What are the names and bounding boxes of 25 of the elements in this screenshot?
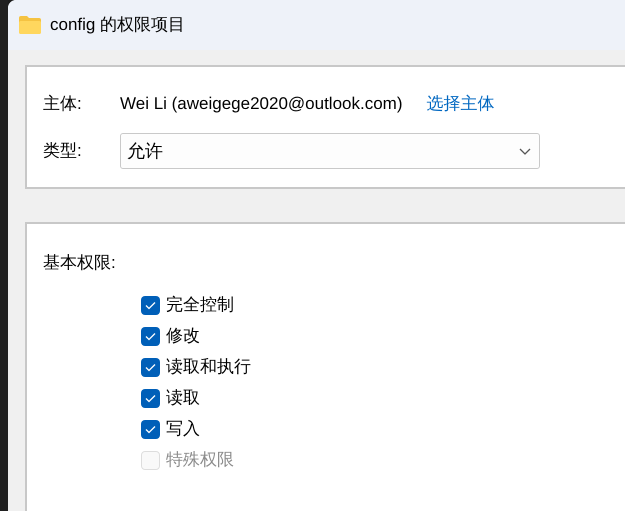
folder-icon bbox=[19, 16, 41, 34]
checkbox-label: 特殊权限 bbox=[166, 449, 234, 472]
checkbox-label: 读取和执行 bbox=[166, 356, 251, 378]
checkmark-icon bbox=[145, 362, 156, 372]
checkmark-icon bbox=[145, 424, 156, 434]
select-principal-link[interactable]: 选择主体 bbox=[426, 91, 494, 117]
checkbox-label: 完全控制 bbox=[166, 294, 234, 316]
basic-permissions-label: 基本权限: bbox=[43, 252, 117, 274]
checkmark-icon bbox=[145, 332, 156, 340]
checkbox[interactable] bbox=[141, 420, 160, 438]
window-title: config 的权限项目 bbox=[50, 14, 186, 36]
principal-value: Wei Li (aweigege2020@outlook.com) bbox=[120, 93, 402, 116]
checkbox-label: 写入 bbox=[166, 418, 200, 440]
principal-label: 主体: bbox=[43, 93, 83, 116]
type-dropdown[interactable]: 允许 bbox=[120, 133, 540, 169]
checkbox[interactable] bbox=[141, 326, 160, 346]
chevron-down-icon bbox=[519, 148, 531, 154]
checkmark-icon bbox=[145, 394, 156, 402]
checkbox[interactable] bbox=[141, 388, 160, 408]
type-label: 类型: bbox=[43, 140, 83, 162]
checkbox-label: 修改 bbox=[166, 325, 200, 348]
checkbox[interactable] bbox=[141, 358, 160, 376]
checkmark-icon bbox=[145, 300, 156, 310]
checkbox-label: 读取 bbox=[166, 387, 200, 410]
checkbox[interactable] bbox=[141, 296, 160, 314]
